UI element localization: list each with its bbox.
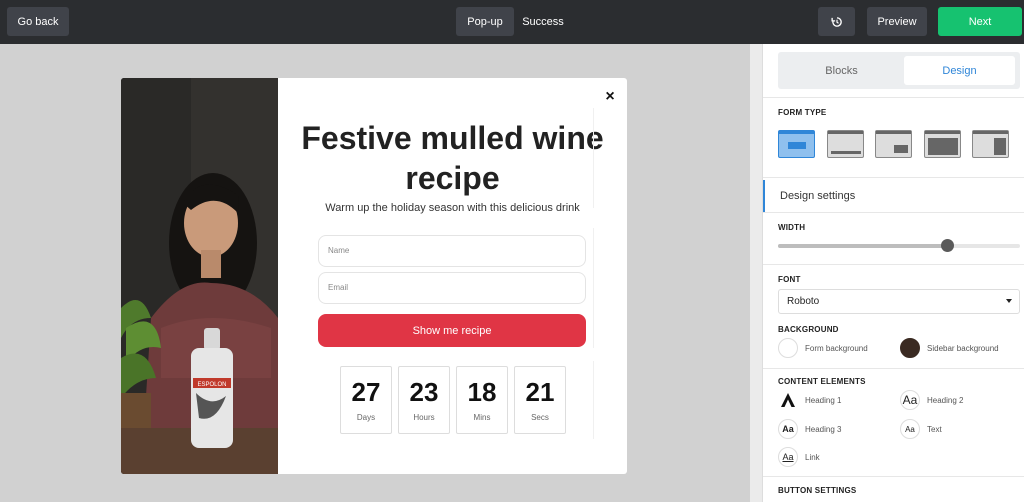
form-type-slide-in[interactable] xyxy=(875,130,912,158)
content-elements-title: CONTENT ELEMENTS xyxy=(778,377,866,386)
form-background-swatch[interactable] xyxy=(778,338,798,358)
popup-subheading: Warm up the holiday season with this del… xyxy=(325,202,580,214)
settings-panel: Blocks Design FORM TYPE Design settings … xyxy=(762,44,1024,502)
design-settings-item[interactable]: Design settings xyxy=(763,180,1024,212)
button-settings-title: BUTTON SETTINGS xyxy=(778,486,857,495)
sidebar-background-label: Sidebar background xyxy=(927,344,999,353)
email-field[interactable]: Email xyxy=(318,272,586,304)
countdown-unit: Hours xyxy=(413,413,435,422)
thumb-box-icon xyxy=(894,145,908,153)
text-icon[interactable]: Aa xyxy=(900,419,920,439)
font-select[interactable]: Roboto xyxy=(778,289,1020,314)
font-select-value: Roboto xyxy=(787,296,820,307)
tab-popup[interactable]: Pop-up xyxy=(456,7,514,36)
divider xyxy=(593,361,594,439)
divider xyxy=(763,368,1024,369)
thumb-bar-icon xyxy=(828,131,863,134)
popup-preview[interactable]: ESPOLON × Festive mulled wine recipe War… xyxy=(121,78,627,474)
heading2-label: Heading 2 xyxy=(927,396,964,405)
bottle-label: ESPOLON xyxy=(197,382,226,388)
top-bar: Go back Pop-up Success Preview Next xyxy=(0,0,1024,44)
heading2-icon[interactable]: Aa xyxy=(900,390,920,410)
countdown-unit: Mins xyxy=(473,413,491,422)
show-recipe-button[interactable]: Show me recipe xyxy=(318,314,586,347)
thumb-bar-icon xyxy=(973,131,1008,134)
panel-tabs: Blocks Design xyxy=(778,52,1020,89)
countdown-mins: 18 Mins xyxy=(456,366,508,434)
form-type-bar[interactable] xyxy=(827,130,864,158)
divider xyxy=(763,264,1024,265)
form-type-title: FORM TYPE xyxy=(778,108,827,117)
heading1-icon[interactable] xyxy=(778,390,798,410)
width-title: WIDTH xyxy=(778,223,806,232)
form-background-label: Form background xyxy=(805,344,868,353)
countdown-value: 18 xyxy=(467,377,497,407)
countdown-hours: 23 Hours xyxy=(398,366,450,434)
chevron-down-icon xyxy=(1006,299,1012,303)
divider xyxy=(593,108,594,208)
heading3-icon[interactable]: Aa xyxy=(778,419,798,439)
form-type-sidebar[interactable] xyxy=(972,130,1009,158)
form-type-popup[interactable] xyxy=(778,130,815,158)
close-icon[interactable]: × xyxy=(602,89,618,105)
name-field[interactable]: Name xyxy=(318,235,586,267)
canvas-scrollbar[interactable] xyxy=(750,44,762,502)
popup-heading: Festive mulled wine recipe xyxy=(301,120,604,196)
divider xyxy=(763,476,1024,477)
history-icon xyxy=(830,16,842,27)
countdown-value: 27 xyxy=(351,377,381,407)
divider xyxy=(763,177,1024,178)
thumb-box-icon xyxy=(994,138,1006,155)
heading3-label: Heading 3 xyxy=(805,425,842,434)
tab-blocks[interactable]: Blocks xyxy=(786,56,897,85)
tab-success[interactable]: Success xyxy=(520,7,566,36)
thumb-box-icon xyxy=(831,151,861,154)
thumb-bar-icon xyxy=(779,131,814,134)
sidebar-background-swatch[interactable] xyxy=(900,338,920,358)
thumb-bar-icon xyxy=(876,131,911,134)
divider xyxy=(593,228,594,348)
countdown-secs: 21 Secs xyxy=(514,366,566,434)
divider xyxy=(763,212,1024,213)
link-icon[interactable]: Aa xyxy=(778,447,798,467)
divider xyxy=(763,97,1024,98)
preview-button[interactable]: Preview xyxy=(867,7,927,36)
thumb-bar-icon xyxy=(925,131,960,134)
sidebar-photo: ESPOLON xyxy=(121,78,278,474)
countdown-value: 23 xyxy=(409,377,439,407)
width-slider-fill xyxy=(778,244,948,248)
heading1-label: Heading 1 xyxy=(805,396,842,405)
next-button[interactable]: Next xyxy=(938,7,1022,36)
font-title: FONT xyxy=(778,275,801,284)
countdown-value: 21 xyxy=(525,377,555,407)
thumb-box-icon xyxy=(928,138,958,155)
background-title: BACKGROUND xyxy=(778,325,839,334)
link-label: Link xyxy=(805,453,820,462)
countdown-days: 27 Days xyxy=(340,366,392,434)
form-type-fullscreen[interactable] xyxy=(924,130,961,158)
go-back-button[interactable]: Go back xyxy=(7,7,69,36)
text-label: Text xyxy=(927,425,942,434)
countdown-unit: Secs xyxy=(531,413,549,422)
history-button[interactable] xyxy=(818,7,855,36)
countdown-unit: Days xyxy=(356,413,376,422)
tab-design[interactable]: Design xyxy=(904,56,1015,85)
thumb-box-icon xyxy=(788,142,806,149)
width-slider-handle[interactable] xyxy=(941,239,955,252)
